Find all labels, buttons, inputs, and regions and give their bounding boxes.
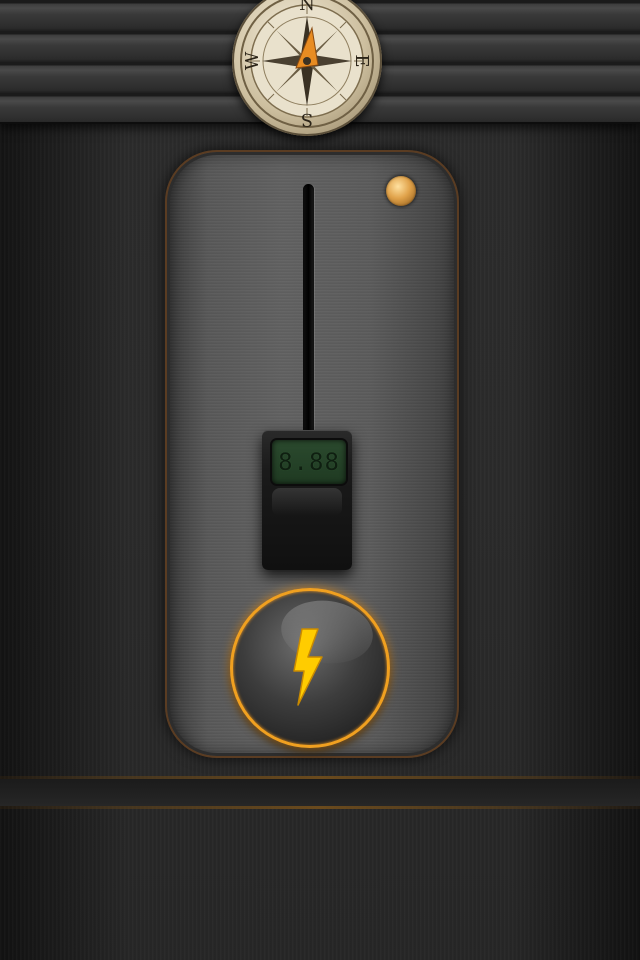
brightness-slider-handle[interactable]: 8.88 xyxy=(262,430,352,570)
compass-icon[interactable]: N S W E xyxy=(232,0,382,136)
indicator-light-icon xyxy=(386,176,416,206)
compass-east-label: E xyxy=(351,54,372,67)
brightness-slider-track[interactable] xyxy=(303,184,314,446)
rail-bottom-line xyxy=(0,806,640,809)
compass-face: N S W E xyxy=(240,0,374,130)
lcd-value: 8.88 xyxy=(278,448,340,476)
lcd-display: 8.88 xyxy=(270,438,348,486)
rail-band xyxy=(0,779,640,806)
compass-north-label: N xyxy=(299,0,315,15)
lightning-bolt-icon xyxy=(293,628,323,706)
compass-south-label: S xyxy=(301,109,313,130)
bottom-rail xyxy=(0,772,640,812)
flash-toggle-button[interactable] xyxy=(230,588,390,748)
compass-west-label: W xyxy=(242,51,263,70)
